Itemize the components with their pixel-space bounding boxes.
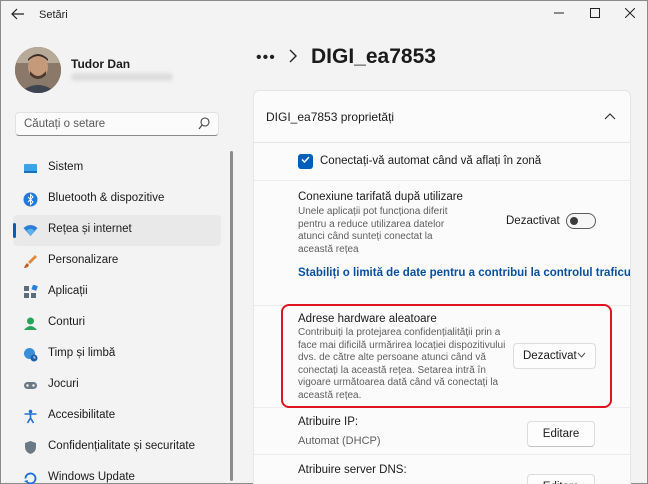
- sidebar-item-privacy[interactable]: Confidențialitate și securitate: [13, 432, 221, 463]
- ip-value: Automat (DHCP): [298, 435, 381, 447]
- sidebar-nav: Sistem Bluetooth & dispozitive Rețea și …: [13, 153, 221, 484]
- ip-edit-button[interactable]: Editare: [527, 421, 595, 447]
- chevron-up-icon[interactable]: [604, 109, 616, 123]
- sidebar-scrollbar[interactable]: [230, 151, 233, 481]
- accessibility-icon: [23, 409, 38, 424]
- sidebar-item-accounts[interactable]: Conturi: [13, 308, 221, 339]
- gamepad-icon: [23, 378, 38, 393]
- brush-icon: [23, 254, 38, 269]
- sidebar-item-system[interactable]: Sistem: [13, 153, 221, 184]
- sidebar-item-label: Confidențialitate și securitate: [48, 440, 196, 452]
- sidebar-item-label: Rețea și internet: [48, 223, 132, 235]
- search-input[interactable]: Căutați o setare: [24, 118, 105, 130]
- sidebar-item-label: Accesibilitate: [48, 409, 116, 421]
- account-icon: [23, 316, 38, 331]
- sidebar-item-time-language[interactable]: Timp și limbă: [13, 339, 221, 370]
- metered-description: Unele aplicații pot funcționa diferit pe…: [298, 206, 448, 255]
- dns-title: Atribuire server DNS:: [298, 464, 407, 476]
- avatar[interactable]: [15, 47, 61, 93]
- sidebar-item-windows-update[interactable]: Windows Update: [13, 463, 221, 484]
- properties-header[interactable]: DIGI_ea7853 proprietăți: [254, 91, 630, 143]
- auto-connect-label: Conectați-vă automat când vă aflați în z…: [320, 155, 542, 167]
- auto-connect-checkbox[interactable]: [298, 154, 313, 169]
- back-arrow-icon[interactable]: [9, 7, 27, 23]
- ip-title: Atribuire IP:: [298, 416, 359, 428]
- sidebar-item-bluetooth[interactable]: Bluetooth & dispozitive: [13, 184, 221, 215]
- data-limit-link[interactable]: Stabiliți o limită de date pentru a cont…: [298, 267, 630, 279]
- sidebar-item-label: Bluetooth & dispozitive: [48, 192, 165, 204]
- search-box[interactable]: Căutați o setare: [15, 112, 219, 136]
- toggle-knob: [570, 217, 578, 225]
- page-title: DIGI_ea7853: [311, 45, 436, 68]
- app-title: Setări: [39, 9, 68, 21]
- auto-connect-row: Conectați-vă automat când vă aflați în z…: [254, 144, 630, 181]
- active-indicator: [13, 223, 16, 238]
- title-bar: Setări: [1, 1, 647, 29]
- user-email-redacted: [71, 73, 173, 81]
- apps-icon: [23, 284, 38, 300]
- sidebar-item-label: Timp și limbă: [48, 347, 116, 359]
- sidebar-item-gaming[interactable]: Jocuri: [13, 370, 221, 401]
- close-button[interactable]: [620, 6, 640, 22]
- sidebar-item-label: Personalizare: [48, 254, 119, 266]
- user-name: Tudor Dan: [71, 57, 131, 71]
- breadcrumb-overflow-icon[interactable]: •••: [256, 49, 286, 67]
- sidebar-item-network[interactable]: Rețea și internet: [13, 215, 221, 246]
- properties-title: DIGI_ea7853 proprietăți: [266, 110, 395, 124]
- network-icon: [23, 223, 38, 238]
- dns-edit-button[interactable]: Editare: [527, 474, 595, 484]
- maximize-button[interactable]: [585, 6, 605, 22]
- search-icon[interactable]: [198, 117, 210, 131]
- shield-icon: [23, 440, 38, 455]
- update-icon: [23, 471, 38, 484]
- globe-clock-icon: [23, 347, 38, 362]
- dns-assignment-row: Atribuire server DNS: Editare: [254, 456, 630, 484]
- bluetooth-icon: [23, 192, 38, 207]
- metered-toggle[interactable]: [566, 213, 596, 229]
- sidebar-item-label: Conturi: [48, 316, 86, 328]
- sidebar-item-personalization[interactable]: Personalizare: [13, 246, 221, 277]
- minimize-button[interactable]: [549, 6, 569, 22]
- settings-window: Setări Tudor Dan Căutați o setare Sistem…: [0, 0, 648, 484]
- metered-connection-row: Conexiune tarifată după utilizare Unele …: [254, 182, 630, 306]
- properties-panel: DIGI_ea7853 proprietăți Conectați-vă aut…: [253, 90, 631, 484]
- metered-state-label: Dezactivat: [506, 215, 560, 227]
- sidebar-item-label: Aplicații: [48, 285, 88, 297]
- metered-title: Conexiune tarifată după utilizare: [298, 191, 463, 203]
- sidebar-item-label: Windows Update: [48, 471, 135, 483]
- sidebar-item-label: Sistem: [48, 161, 84, 173]
- system-icon: [23, 161, 38, 176]
- chevron-right-icon: [289, 49, 297, 68]
- sidebar-item-label: Jocuri: [48, 378, 79, 390]
- sidebar-item-accessibility[interactable]: Accesibilitate: [13, 401, 221, 432]
- ip-assignment-row: Atribuire IP: Automat (DHCP) Editare: [254, 409, 630, 455]
- highlight-annotation: [281, 304, 612, 408]
- sidebar-item-apps[interactable]: Aplicații: [13, 277, 221, 308]
